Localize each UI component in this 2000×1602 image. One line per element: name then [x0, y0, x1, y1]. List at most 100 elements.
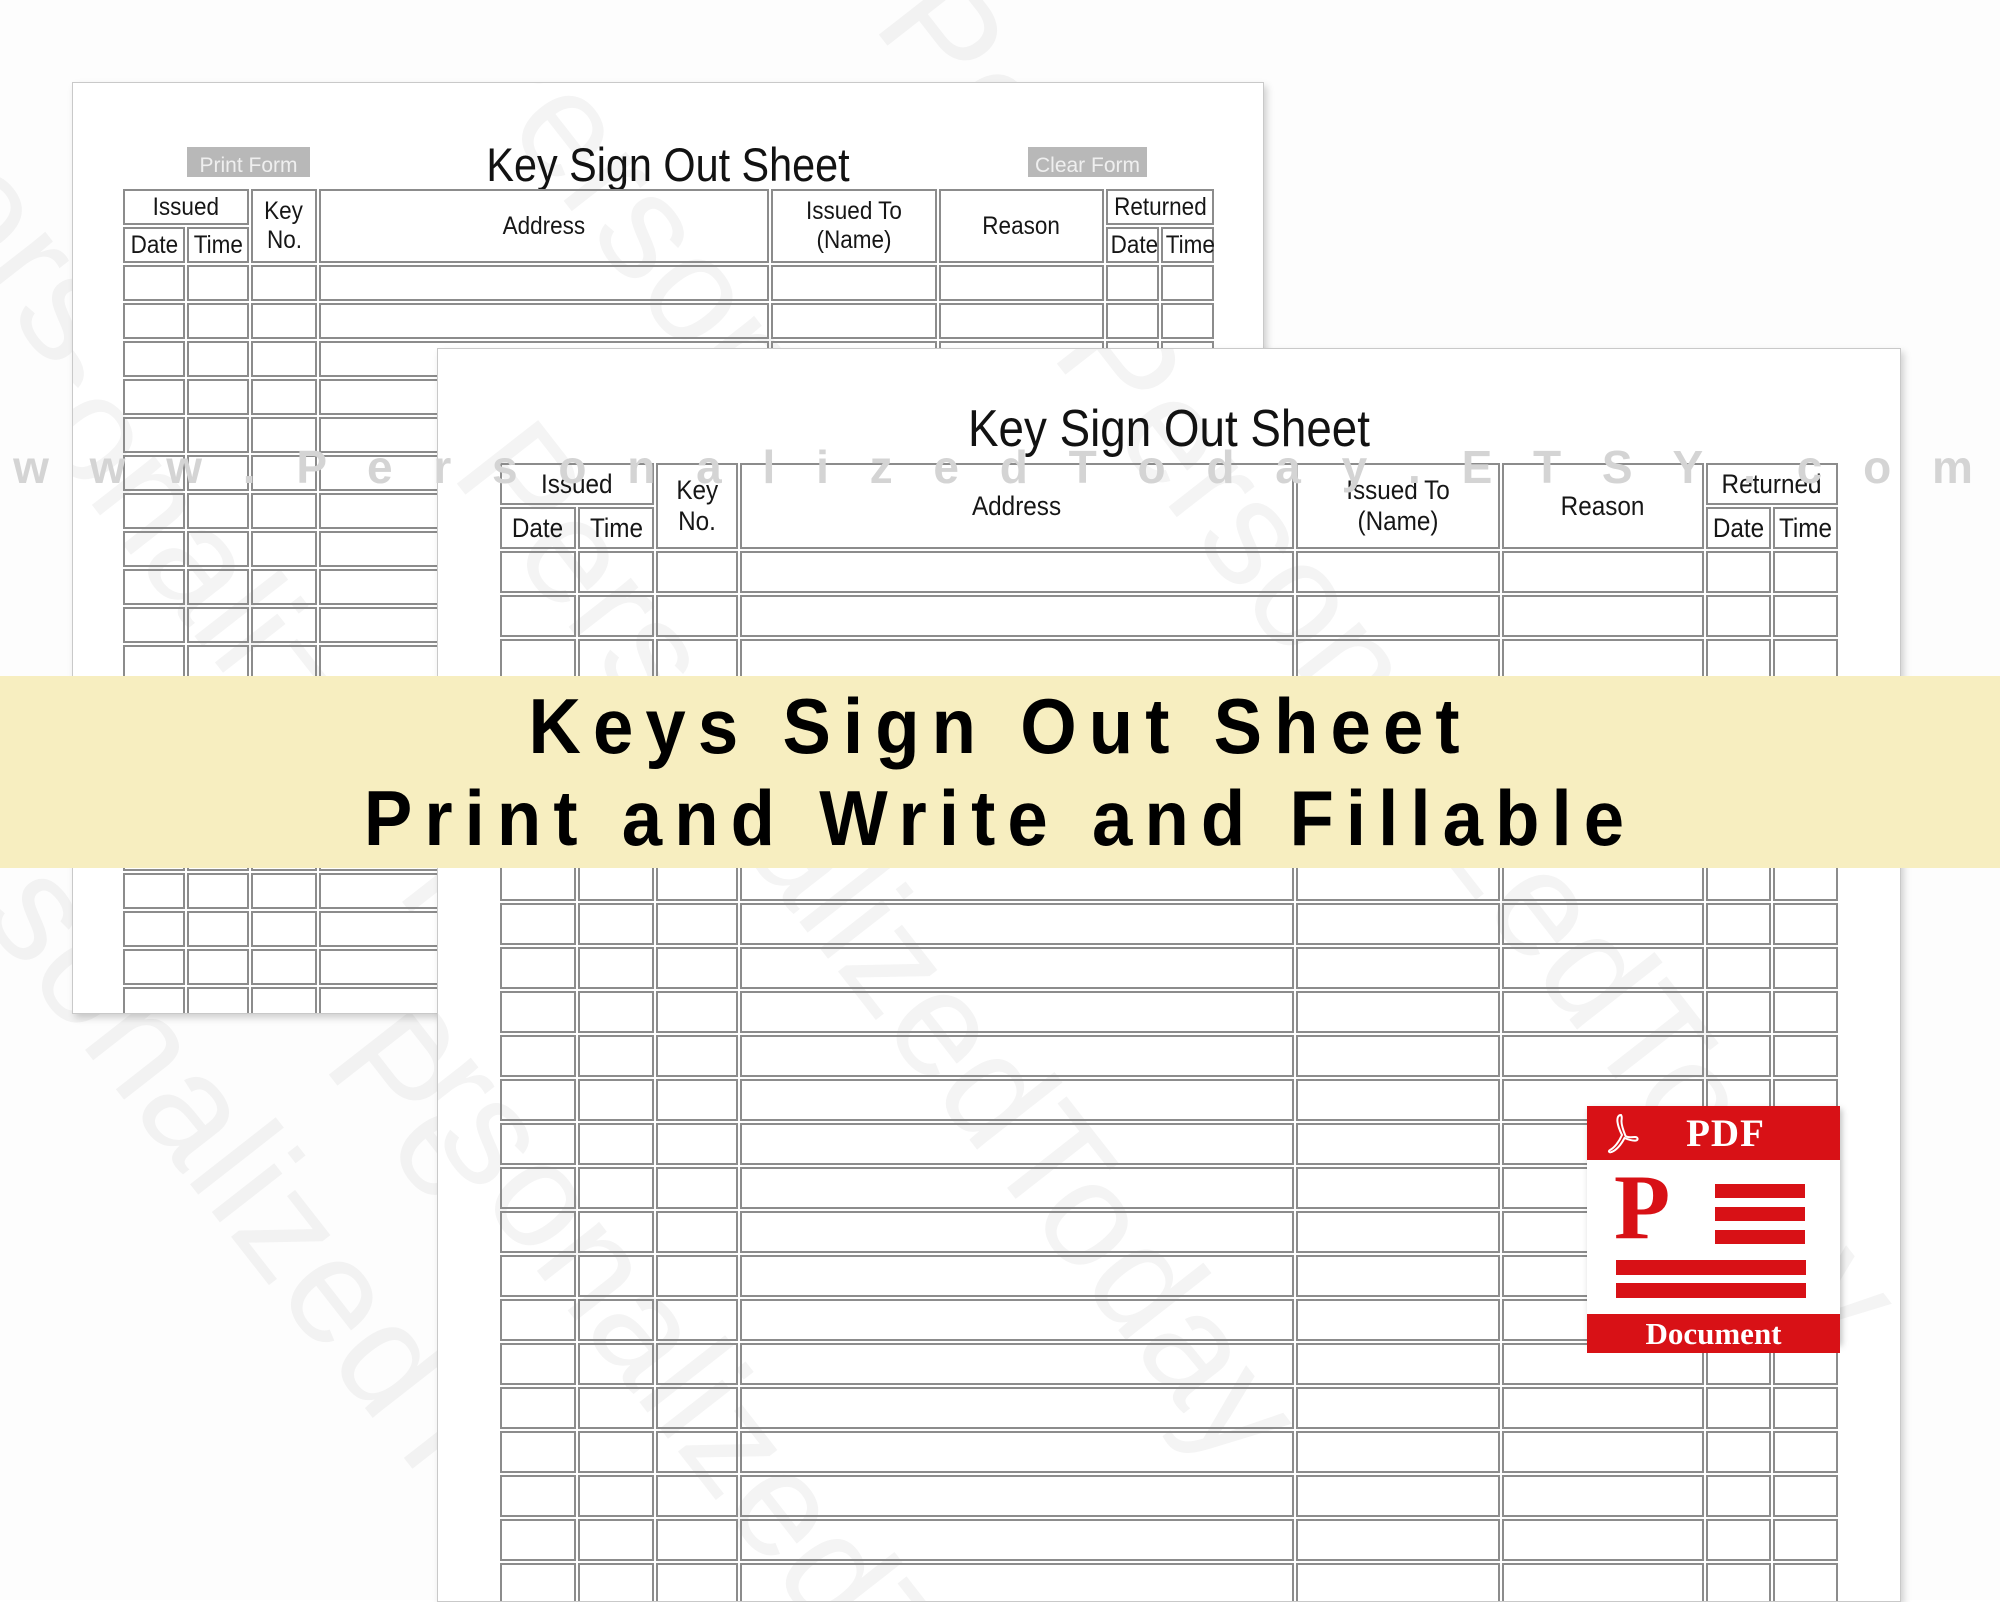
- table-cell-input[interactable]: [740, 947, 1294, 989]
- table-cell-input[interactable]: [1296, 1343, 1500, 1385]
- table-cell-input[interactable]: [656, 1167, 738, 1209]
- table-cell-input[interactable]: [1296, 1299, 1500, 1341]
- table-cell-input[interactable]: [740, 903, 1294, 945]
- table-cell-input[interactable]: [578, 1431, 654, 1473]
- table-cell-input[interactable]: [1296, 1563, 1500, 1601]
- table-cell-input[interactable]: [656, 1211, 738, 1253]
- table-cell-input[interactable]: [1773, 1035, 1839, 1077]
- table-cell-input[interactable]: [500, 1519, 576, 1561]
- table-cell-input[interactable]: [1706, 1431, 1771, 1473]
- table-cell-input[interactable]: [1502, 595, 1704, 637]
- table-cell-input[interactable]: [740, 1211, 1294, 1253]
- table-cell-input[interactable]: [740, 1343, 1294, 1385]
- table-cell-input[interactable]: [656, 1079, 738, 1121]
- table-cell-input[interactable]: [1502, 1387, 1704, 1429]
- table-cell-input[interactable]: [656, 1123, 738, 1165]
- table-cell-input[interactable]: [578, 1563, 654, 1601]
- table-cell-input[interactable]: [1296, 551, 1500, 593]
- table-cell-input[interactable]: [1706, 551, 1771, 593]
- table-cell-input[interactable]: [1296, 1035, 1500, 1077]
- table-cell-input[interactable]: [740, 991, 1294, 1033]
- table-cell-input[interactable]: [251, 987, 318, 1013]
- table-cell-input[interactable]: [251, 949, 318, 985]
- table-cell-input[interactable]: [740, 639, 1294, 681]
- table-cell-input[interactable]: [656, 991, 738, 1033]
- table-cell-input[interactable]: [656, 1343, 738, 1385]
- table-cell-input[interactable]: [251, 265, 318, 301]
- table-cell-input[interactable]: [123, 379, 185, 415]
- table-cell-input[interactable]: [187, 569, 250, 605]
- table-cell-input[interactable]: [740, 1255, 1294, 1297]
- table-cell-input[interactable]: [656, 1255, 738, 1297]
- table-cell-input[interactable]: [1106, 265, 1160, 301]
- table-cell-input[interactable]: [578, 1211, 654, 1253]
- table-cell-input[interactable]: [656, 1387, 738, 1429]
- table-cell-input[interactable]: [1773, 1519, 1839, 1561]
- table-cell-input[interactable]: [578, 991, 654, 1033]
- table-cell-input[interactable]: [123, 569, 185, 605]
- table-cell-input[interactable]: [1706, 1563, 1771, 1601]
- table-cell-input[interactable]: [1296, 991, 1500, 1033]
- table-cell-input[interactable]: [187, 341, 250, 377]
- table-cell-input[interactable]: [251, 607, 318, 643]
- table-cell-input[interactable]: [187, 911, 250, 947]
- table-cell-input[interactable]: [187, 303, 250, 339]
- table-cell-input[interactable]: [500, 595, 576, 637]
- table-cell-input[interactable]: [123, 911, 185, 947]
- table-cell-input[interactable]: [578, 1123, 654, 1165]
- table-cell-input[interactable]: [500, 1343, 576, 1385]
- table-cell-input[interactable]: [656, 551, 738, 593]
- table-cell-input[interactable]: [187, 949, 250, 985]
- table-cell-input[interactable]: [1296, 947, 1500, 989]
- table-cell-input[interactable]: [578, 1519, 654, 1561]
- table-cell-input[interactable]: [578, 595, 654, 637]
- table-cell-input[interactable]: [1706, 1387, 1771, 1429]
- table-cell-input[interactable]: [500, 1563, 576, 1601]
- table-cell-input[interactable]: [1773, 1431, 1839, 1473]
- table-cell-input[interactable]: [251, 569, 318, 605]
- table-cell-input[interactable]: [740, 1079, 1294, 1121]
- table-cell-input[interactable]: [319, 303, 770, 339]
- table-cell-input[interactable]: [740, 1431, 1294, 1473]
- table-cell-input[interactable]: [1706, 639, 1771, 681]
- table-cell-input[interactable]: [500, 1079, 576, 1121]
- table-cell-input[interactable]: [1706, 1475, 1771, 1517]
- table-cell-input[interactable]: [319, 265, 770, 301]
- table-cell-input[interactable]: [187, 531, 250, 567]
- table-cell-input[interactable]: [187, 455, 250, 491]
- table-cell-input[interactable]: [1296, 1167, 1500, 1209]
- table-cell-input[interactable]: [939, 303, 1105, 339]
- table-cell-input[interactable]: [500, 1035, 576, 1077]
- table-cell-input[interactable]: [1296, 1211, 1500, 1253]
- table-cell-input[interactable]: [123, 265, 185, 301]
- table-cell-input[interactable]: [656, 1035, 738, 1077]
- table-cell-input[interactable]: [1161, 303, 1215, 339]
- table-cell-input[interactable]: [500, 1387, 576, 1429]
- table-cell-input[interactable]: [187, 379, 250, 415]
- table-cell-input[interactable]: [1773, 1387, 1839, 1429]
- table-cell-input[interactable]: [187, 607, 250, 643]
- table-cell-input[interactable]: [123, 341, 185, 377]
- table-cell-input[interactable]: [1161, 265, 1215, 301]
- table-cell-input[interactable]: [123, 303, 185, 339]
- table-cell-input[interactable]: [500, 551, 576, 593]
- table-cell-input[interactable]: [578, 1079, 654, 1121]
- table-cell-input[interactable]: [1773, 1563, 1839, 1601]
- table-cell-input[interactable]: [251, 341, 318, 377]
- table-cell-input[interactable]: [251, 531, 318, 567]
- table-cell-input[interactable]: [578, 1343, 654, 1385]
- table-cell-input[interactable]: [578, 1475, 654, 1517]
- table-cell-input[interactable]: [656, 947, 738, 989]
- table-cell-input[interactable]: [1502, 551, 1704, 593]
- table-cell-input[interactable]: [1706, 947, 1771, 989]
- table-cell-input[interactable]: [500, 1475, 576, 1517]
- table-cell-input[interactable]: [771, 303, 938, 339]
- table-cell-input[interactable]: [1502, 1563, 1704, 1601]
- table-cell-input[interactable]: [1502, 1519, 1704, 1561]
- table-cell-input[interactable]: [500, 1431, 576, 1473]
- table-cell-input[interactable]: [187, 987, 250, 1013]
- table-cell-input[interactable]: [1502, 639, 1704, 681]
- table-cell-input[interactable]: [123, 455, 185, 491]
- table-cell-input[interactable]: [187, 493, 250, 529]
- table-cell-input[interactable]: [1296, 903, 1500, 945]
